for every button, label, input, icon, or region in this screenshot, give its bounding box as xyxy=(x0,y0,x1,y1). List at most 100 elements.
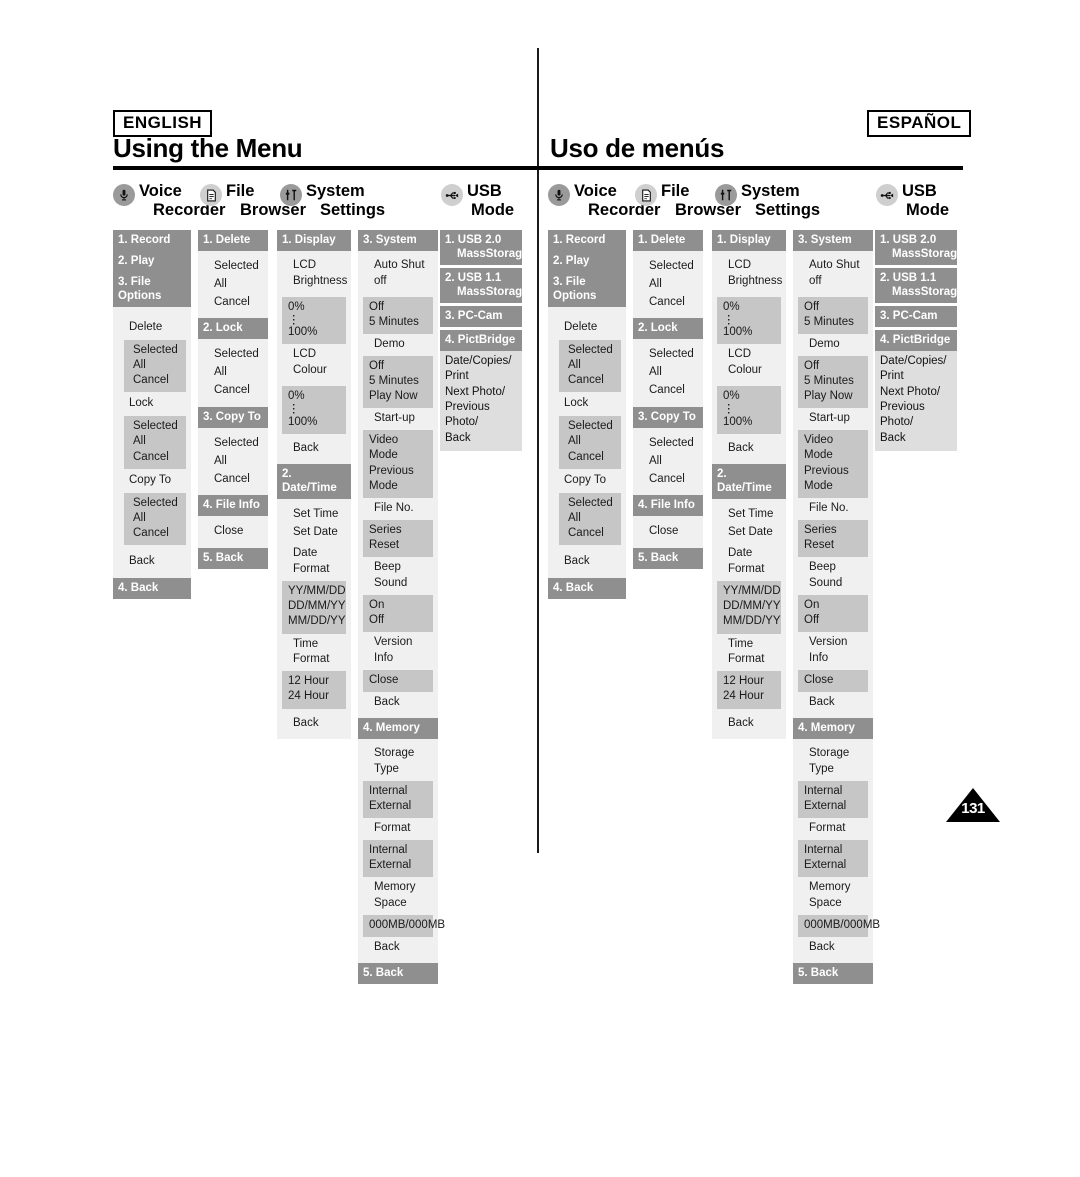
option-close[interactable]: Close xyxy=(203,523,263,541)
option-internal[interactable]: Internal xyxy=(369,843,428,858)
menu-item-back[interactable]: Back xyxy=(363,940,433,956)
menu-item-set-time[interactable]: Set Time xyxy=(282,506,346,524)
menu-header-system[interactable]: 3. System xyxy=(793,230,873,252)
menu-item-auto-shut-off[interactable]: Auto Shut off xyxy=(363,258,433,290)
option-all[interactable]: All xyxy=(203,364,263,382)
menu-header-delete[interactable]: 1. Delete xyxy=(198,230,268,252)
option-selected[interactable]: Selected xyxy=(638,258,698,276)
option-cancel[interactable]: Cancel xyxy=(568,373,616,388)
option-cancel[interactable]: Cancel xyxy=(203,471,263,489)
pictbridge-line[interactable]: Next Photo/ xyxy=(445,385,517,400)
menu-header-play[interactable]: 2. Play xyxy=(113,251,191,273)
menu-item-back[interactable]: Back xyxy=(717,441,781,457)
option-selected[interactable]: Selected xyxy=(203,258,263,276)
menu-header-record[interactable]: 1. Record xyxy=(548,230,626,252)
menu-item-lock[interactable]: Lock xyxy=(118,395,186,413)
menu-header-date-time[interactable]: 2. Date/Time xyxy=(712,463,786,499)
menu-item-beep-sound[interactable]: Beep Sound xyxy=(798,560,868,592)
menu-item-back[interactable]: Back xyxy=(363,695,433,711)
menu-item-version-info[interactable]: Version Info xyxy=(363,635,433,667)
pictbridge-line[interactable]: Back xyxy=(880,431,952,446)
option-12-hour[interactable]: 12 Hour xyxy=(723,674,776,689)
option-off[interactable]: Off xyxy=(804,613,863,628)
option-dd-mm-yy[interactable]: DD/MM/YY xyxy=(723,599,781,614)
menu-item-set-date[interactable]: Set Date xyxy=(717,524,781,542)
option-selected[interactable]: Selected xyxy=(568,496,616,511)
option-on[interactable]: On xyxy=(369,598,428,613)
menu-tile-pictbridge[interactable]: 4. PictBridge xyxy=(875,330,957,352)
menu-header-delete[interactable]: 1. Delete xyxy=(633,230,703,252)
menu-header-memory[interactable]: 4. Memory xyxy=(358,718,438,740)
menu-tile-usb-1-1[interactable]: 2. USB 1.1 MassStorage xyxy=(440,268,529,304)
option-all[interactable]: All xyxy=(203,453,263,471)
menu-tile-usb-1-1[interactable]: 2. USB 1.1 MassStorage xyxy=(875,268,964,304)
option-dd-mm-yy[interactable]: DD/MM/YY xyxy=(288,599,346,614)
menu-header-file-options[interactable]: 3. File Options xyxy=(548,272,626,308)
menu-header-lock[interactable]: 2. Lock xyxy=(633,318,703,340)
pictbridge-line[interactable]: Print xyxy=(880,369,952,384)
option-play-now[interactable]: Play Now xyxy=(369,389,428,404)
menu-tile-usb-2-0[interactable]: 1. USB 2.0 MassStorage xyxy=(875,230,964,266)
option-mm-dd-yy[interactable]: MM/DD/YY xyxy=(288,614,346,629)
pictbridge-line[interactable]: Print xyxy=(445,369,517,384)
option-all[interactable]: All xyxy=(133,358,181,373)
option-cancel[interactable]: Cancel xyxy=(133,373,181,388)
option-all[interactable]: All xyxy=(638,453,698,471)
pictbridge-line[interactable]: Previous Photo/ xyxy=(445,400,517,431)
menu-item-demo[interactable]: Demo xyxy=(798,337,868,353)
option-all[interactable]: All xyxy=(568,358,616,373)
menu-item-back[interactable]: Back xyxy=(282,441,346,457)
menu-item-beep-sound[interactable]: Beep Sound xyxy=(363,560,433,592)
option-internal[interactable]: Internal xyxy=(369,784,428,799)
menu-header-file-info[interactable]: 4. File Info xyxy=(633,495,703,517)
option-previous[interactable]: Previous xyxy=(369,464,428,479)
menu-item-back[interactable]: Back xyxy=(798,940,868,956)
option-series[interactable]: Series xyxy=(369,523,428,538)
option-internal[interactable]: Internal xyxy=(804,843,863,858)
option-off[interactable]: Off xyxy=(369,613,428,628)
pictbridge-line[interactable]: Date/Copies/ xyxy=(445,354,517,369)
menu-header-display[interactable]: 1. Display xyxy=(712,230,786,252)
option-all[interactable]: All xyxy=(133,511,181,526)
option-off[interactable]: Off xyxy=(804,300,863,315)
option-selected[interactable]: Selected xyxy=(568,419,616,434)
menu-item-delete[interactable]: Delete xyxy=(553,319,621,337)
pictbridge-line[interactable]: Back xyxy=(445,431,517,446)
menu-item-auto-shut-off[interactable]: Auto Shut off xyxy=(798,258,868,290)
menu-item-lock[interactable]: Lock xyxy=(553,395,621,413)
menu-header-record[interactable]: 1. Record xyxy=(113,230,191,252)
menu-item-memory-space[interactable]: Memory Space xyxy=(363,880,433,912)
option-cancel[interactable]: Cancel xyxy=(638,294,698,312)
option-cancel[interactable]: Cancel xyxy=(638,382,698,400)
menu-item-format[interactable]: Format xyxy=(363,821,433,837)
menu-item-start-up[interactable]: Start-up xyxy=(798,411,868,427)
option-internal[interactable]: Internal xyxy=(804,784,863,799)
menu-item-storage-type[interactable]: Storage Type xyxy=(363,746,433,778)
option-5-minutes[interactable]: 5 Minutes xyxy=(804,315,863,330)
menu-header-file-info[interactable]: 4. File Info xyxy=(198,495,268,517)
menu-header-back[interactable]: 5. Back xyxy=(793,963,873,985)
option-all[interactable]: All xyxy=(568,434,616,449)
menu-item-delete[interactable]: Delete xyxy=(118,319,186,337)
option-external[interactable]: External xyxy=(369,858,428,873)
option-24-hour[interactable]: 24 Hour xyxy=(288,689,341,704)
option-24-hour[interactable]: 24 Hour xyxy=(723,689,776,704)
menu-item-file-no[interactable]: File No. xyxy=(363,501,433,517)
option-selected[interactable]: Selected xyxy=(203,346,263,364)
option-off[interactable]: Off xyxy=(369,300,428,315)
option-cancel[interactable]: Cancel xyxy=(568,526,616,541)
option-on[interactable]: On xyxy=(804,598,863,613)
menu-header-back[interactable]: 4. Back xyxy=(548,577,626,599)
menu-item-memory-space[interactable]: Memory Space xyxy=(798,880,868,912)
option-selected[interactable]: Selected xyxy=(638,435,698,453)
option-5-minutes[interactable]: 5 Minutes xyxy=(369,374,428,389)
menu-header-memory[interactable]: 4. Memory xyxy=(793,718,873,740)
menu-item-start-up[interactable]: Start-up xyxy=(363,411,433,427)
option-off[interactable]: Off xyxy=(369,359,428,374)
option-selected[interactable]: Selected xyxy=(133,419,181,434)
option-mm-dd-yy[interactable]: MM/DD/YY xyxy=(723,614,781,629)
option-5-minutes[interactable]: 5 Minutes xyxy=(369,315,428,330)
menu-header-copy-to[interactable]: 3. Copy To xyxy=(633,406,703,428)
pictbridge-line[interactable]: Next Photo/ xyxy=(880,385,952,400)
option-selected[interactable]: Selected xyxy=(133,496,181,511)
